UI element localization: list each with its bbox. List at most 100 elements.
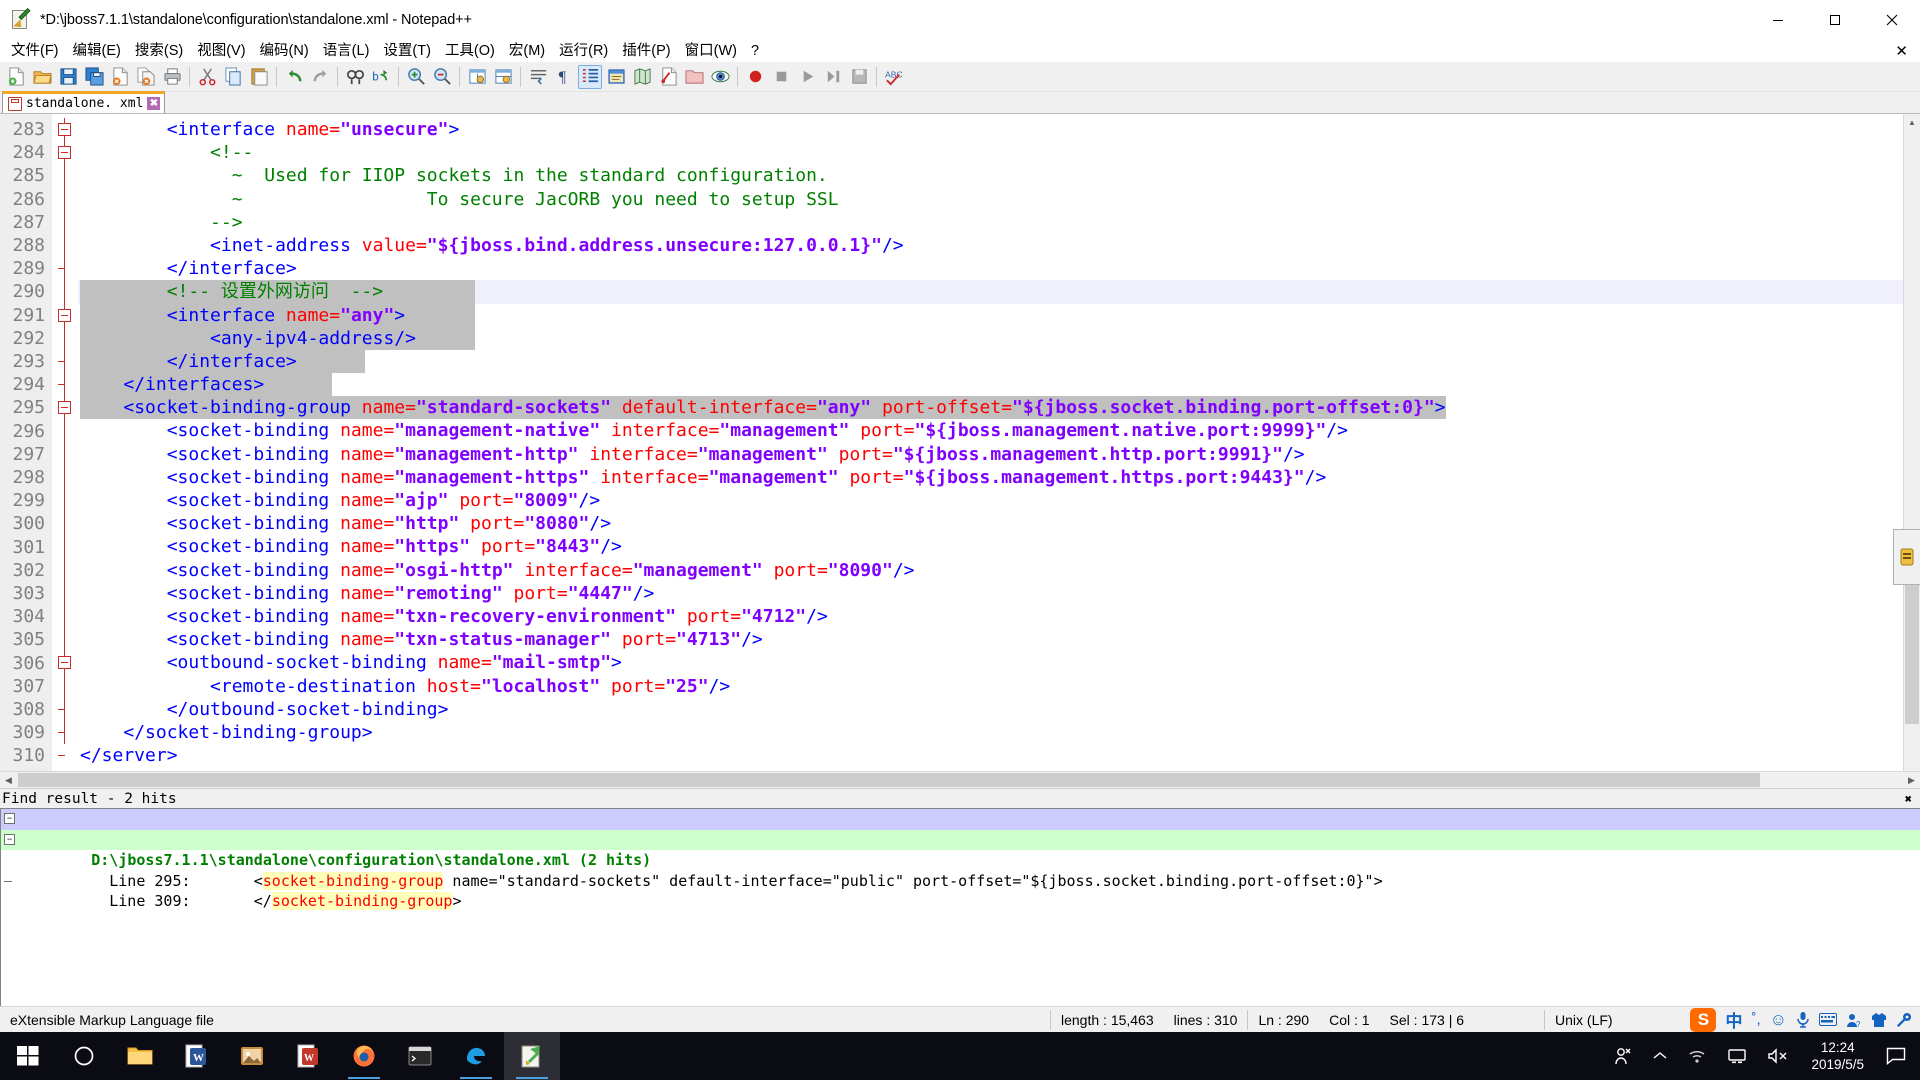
docked-panel-handle[interactable]	[1893, 529, 1920, 585]
replace-icon[interactable]: b	[369, 65, 393, 89]
horizontal-scroll-thumb[interactable]	[18, 773, 1760, 787]
stop-record-icon[interactable]	[769, 65, 793, 89]
fold-marker[interactable]	[52, 349, 78, 374]
menu-view[interactable]: 视图(V)	[190, 41, 252, 62]
find-result-hit-row[interactable]: Line 295: <socket-binding-group name="st…	[1, 850, 1920, 890]
fold-marker[interactable]	[52, 744, 78, 767]
chinese-mode-icon[interactable]: 中	[1725, 1007, 1742, 1032]
scroll-right-arrow[interactable]: ▶	[1903, 772, 1920, 789]
code-text[interactable]: <interface name="unsecure"> <!-- ~ Used …	[78, 114, 1903, 771]
tab-standalone-xml[interactable]: standalone. xml ✖	[2, 91, 166, 113]
find-result-file-header[interactable]: − D:\jboss7.1.1\standalone\configuration\…	[1, 829, 1920, 869]
soft-keyboard-icon[interactable]	[1819, 1013, 1837, 1026]
code-line[interactable]: <!--	[78, 141, 1903, 164]
sync-vertical-icon[interactable]	[465, 65, 489, 89]
editor-horizontal-scrollbar[interactable]: ◀ ▶	[0, 771, 1920, 788]
menu-edit[interactable]: 编辑(E)	[66, 41, 128, 62]
close-button[interactable]	[1863, 0, 1920, 40]
show-hidden-icons-chevron[interactable]	[1643, 1032, 1677, 1080]
code-line[interactable]: </interfaces>	[78, 373, 1903, 397]
menu-settings[interactable]: 设置(T)	[376, 41, 438, 62]
collapse-file-icon[interactable]: −	[4, 833, 15, 845]
code-line[interactable]: </server>	[78, 744, 1903, 767]
code-line[interactable]: <interface name="unsecure">	[78, 118, 1903, 141]
code-line[interactable]: </interface>	[78, 349, 1903, 374]
punctuation-mode-icon[interactable]: ˚,	[1751, 1011, 1760, 1028]
folder-as-workspace-icon[interactable]	[682, 65, 706, 89]
editor-vertical-scrollbar[interactable]: ▲	[1903, 114, 1920, 771]
save-macro-icon[interactable]	[847, 65, 871, 89]
find-result-hit-row[interactable]: Line 309: </socket-binding-group>	[1, 871, 1920, 910]
menu-run[interactable]: 运行(R)	[552, 41, 615, 62]
word-wrap-icon[interactable]	[526, 65, 550, 89]
save-icon[interactable]	[56, 65, 80, 89]
scroll-up-arrow[interactable]: ▲	[1904, 114, 1920, 131]
code-editor[interactable]: 283 284 285 286 287 288 289 290 291 292 293 294 295 2…	[0, 114, 1903, 771]
indent-guide-icon[interactable]	[578, 64, 602, 89]
fold-marker[interactable]	[52, 651, 78, 675]
find-result-search-header[interactable]: −Search "socket-binding-group" (2 hits i…	[1, 809, 1920, 849]
taskbar-clock[interactable]: 12:24 2019/5/5	[1799, 1039, 1876, 1073]
microphone-icon[interactable]	[1796, 1011, 1810, 1028]
minimize-button[interactable]	[1749, 0, 1806, 40]
action-center-icon[interactable]	[1876, 1032, 1916, 1080]
fold-marker[interactable]	[52, 303, 78, 327]
paste-icon[interactable]	[247, 65, 271, 89]
code-line[interactable]: <socket-binding-group name="standard-soc…	[78, 396, 1903, 420]
code-line[interactable]: ~ To secure JacORB you need to setup SSL	[78, 188, 1903, 211]
menu-tools[interactable]: 工具(O)	[438, 41, 502, 62]
terminal-icon[interactable]	[392, 1032, 448, 1080]
zoom-in-icon[interactable]	[404, 65, 428, 89]
fold-margin[interactable]	[52, 114, 78, 771]
copy-icon[interactable]	[221, 65, 245, 89]
code-line[interactable]: <interface name="any">	[78, 303, 1903, 327]
edge-icon[interactable]	[448, 1032, 504, 1080]
save-all-icon[interactable]	[82, 65, 106, 89]
code-line[interactable]: <socket-binding name="management-http" i…	[78, 443, 1903, 466]
playback-icon[interactable]	[795, 65, 819, 89]
people-icon[interactable]	[1603, 1032, 1643, 1080]
menu-search[interactable]: 搜索(S)	[128, 41, 190, 62]
code-line[interactable]: <socket-binding name="ajp" port="8009"/>	[78, 489, 1903, 512]
fold-marker[interactable]	[52, 118, 78, 142]
toolbox-icon[interactable]	[1896, 1012, 1912, 1028]
notepad-plus-plus-icon[interactable]	[504, 1032, 560, 1080]
word-icon[interactable]: W	[168, 1032, 224, 1080]
firefox-icon[interactable]	[336, 1032, 392, 1080]
fold-marker[interactable]	[52, 396, 78, 420]
maximize-button[interactable]	[1806, 0, 1863, 40]
fold-marker[interactable]	[52, 257, 78, 281]
menu-language[interactable]: 语言(L)	[316, 41, 377, 62]
scroll-left-arrow[interactable]: ◀	[0, 772, 17, 789]
menu-macro[interactable]: 宏(M)	[502, 41, 552, 62]
code-line[interactable]: <socket-binding name="management-native"…	[78, 419, 1903, 442]
open-file-icon[interactable]	[30, 65, 54, 89]
close-all-icon[interactable]	[134, 65, 158, 89]
start-button[interactable]	[0, 1032, 56, 1080]
monitoring-icon[interactable]	[708, 65, 732, 89]
cut-icon[interactable]	[195, 65, 219, 89]
skin-icon[interactable]	[1871, 1012, 1887, 1028]
code-line[interactable]: </socket-binding-group>	[78, 721, 1903, 744]
close-icon[interactable]	[108, 65, 132, 89]
code-line[interactable]: -->	[78, 211, 1903, 234]
code-line[interactable]: <!-- 设置外网访问 -->	[78, 280, 1903, 304]
run-multiple-icon[interactable]	[821, 65, 845, 89]
sogou-ime-icon[interactable]: S	[1690, 1007, 1717, 1032]
find-result-close-button[interactable]: ✖	[1905, 792, 1912, 806]
sync-horizontal-icon[interactable]	[491, 65, 515, 89]
fold-marker[interactable]	[52, 720, 78, 745]
print-icon[interactable]	[160, 65, 184, 89]
menu-plugins[interactable]: 插件(P)	[615, 41, 677, 62]
code-line[interactable]: <socket-binding name="osgi-http" interfa…	[78, 559, 1903, 582]
code-line[interactable]: <outbound-socket-binding name="mail-smtp…	[78, 651, 1903, 674]
code-line[interactable]: <remote-destination host="localhost" por…	[78, 675, 1903, 698]
spellcheck-icon[interactable]: ABC	[882, 65, 906, 89]
menu-encoding[interactable]: 编码(N)	[253, 41, 316, 62]
wifi-icon[interactable]	[1677, 1032, 1717, 1080]
code-line[interactable]: <socket-binding name="https" port="8443"…	[78, 535, 1903, 558]
find-result-list[interactable]: −Search "socket-binding-group" (2 hits i…	[0, 808, 1920, 1006]
wps-icon[interactable]: W	[280, 1032, 336, 1080]
volume-muted-icon[interactable]	[1757, 1032, 1799, 1080]
show-all-chars-icon[interactable]: ¶	[552, 65, 576, 89]
